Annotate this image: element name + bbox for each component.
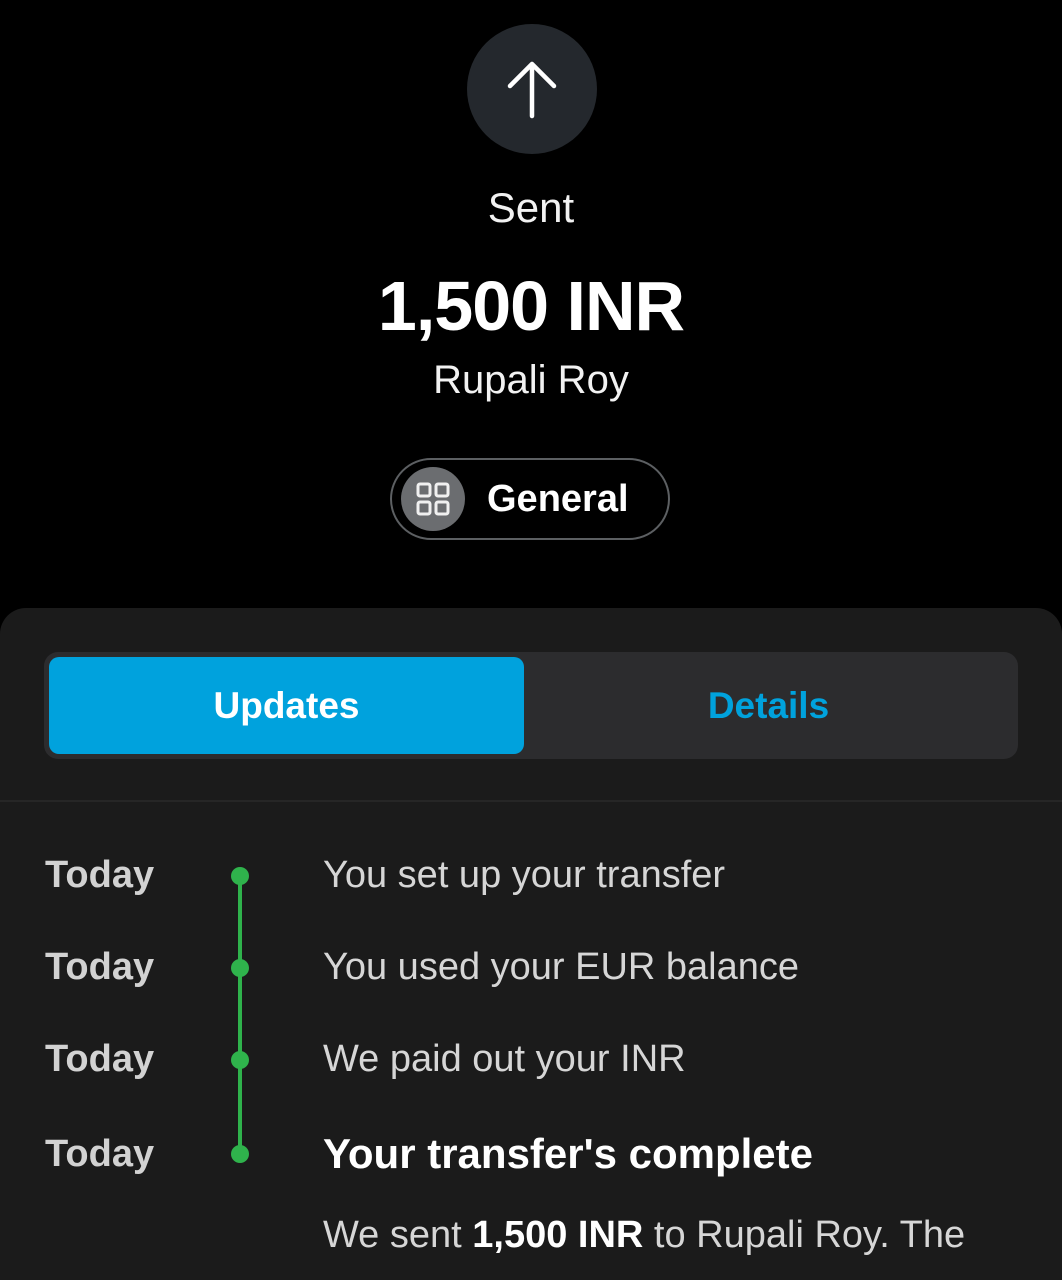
amount: 1,500 INR (377, 267, 685, 345)
completion-description: We sent 1,500 INR to Rupali Roy. The (323, 1210, 1023, 1260)
transaction-header: Sent 1,500 INR Rupali Roy General (0, 0, 1062, 608)
timeline-dot (231, 959, 249, 977)
timeline-event: You set up your transfer (323, 854, 726, 896)
completion-suffix: to Rupali Roy. The (643, 1214, 966, 1256)
completion-amount: 1,500 INR (472, 1214, 644, 1256)
timeline-event: We paid out your INR (323, 1038, 686, 1080)
timeline-date: Today (45, 946, 155, 988)
timeline-date: Today (45, 854, 155, 896)
timeline-dot (231, 867, 249, 885)
timeline-date: Today (45, 1038, 155, 1080)
transfer-detail-screen: Sent 1,500 INR Rupali Roy General Update… (0, 0, 1062, 1280)
timeline-event-complete: Your transfer's complete (323, 1130, 814, 1177)
details-sheet: Updates Details Today You set up your tr… (0, 608, 1062, 1280)
timeline-line (238, 875, 242, 1155)
timeline-dot (231, 1145, 249, 1163)
updates-timeline: Today You set up your transfer Today You… (0, 608, 1062, 1280)
grid-icon (401, 467, 465, 531)
arrow-up-icon (507, 61, 557, 119)
timeline-date: Today (45, 1133, 155, 1175)
timeline-dot (231, 1051, 249, 1069)
sent-status-icon (467, 24, 597, 154)
recipient-name: Rupali Roy (433, 358, 629, 402)
category-button[interactable]: General (390, 458, 670, 540)
timeline-event: You used your EUR balance (323, 946, 800, 988)
category-label: General (487, 477, 629, 520)
status-label: Sent (487, 184, 575, 231)
completion-prefix: We sent (323, 1214, 473, 1256)
